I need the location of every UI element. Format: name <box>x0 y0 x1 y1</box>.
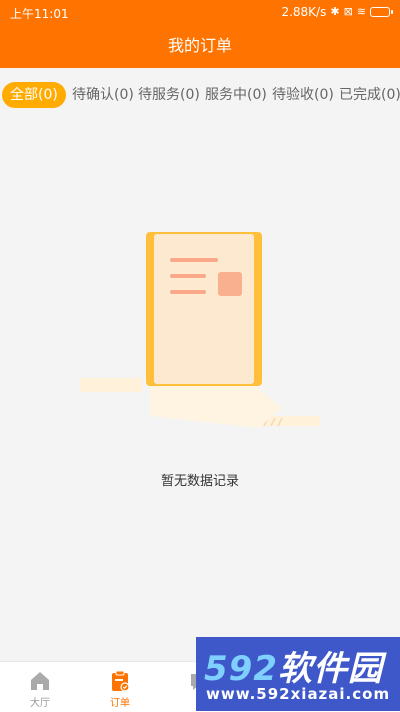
nav-orders-label: 订单 <box>110 698 130 709</box>
empty-illustration <box>0 222 400 442</box>
battery-icon <box>370 7 393 17</box>
bluetooth-icon: ✱ <box>330 5 340 18</box>
home-icon <box>31 672 49 690</box>
tab-in-service[interactable]: 服务中(0) <box>205 82 267 108</box>
empty-message: 暂无数据记录 <box>160 474 239 489</box>
watermark-brand-text: 软件园 <box>277 649 383 689</box>
status-indicators: 2.88K/s ✱ ⊠ ≋ <box>281 5 393 19</box>
sim-icon: ⊠ <box>343 5 353 18</box>
page-title: 我的订单 <box>167 36 232 55</box>
tab-all[interactable]: 全部(0) <box>2 82 66 108</box>
watermark-brand: 592软件园 <box>204 641 383 690</box>
nav-hall-label: 大厅 <box>30 698 50 709</box>
status-time: 上午11:01 <box>10 7 69 21</box>
tab-pending-service[interactable]: 待服务(0) <box>138 82 200 108</box>
network-speed: 2.88K/s <box>281 5 327 19</box>
title-bar: 我的订单 <box>0 24 400 68</box>
status-bar: 上午11:01 2.88K/s ✱ ⊠ ≋ <box>0 0 400 24</box>
watermark-logo: 592软件园 www.592xiazai.com <box>196 637 400 711</box>
nav-orders[interactable]: 订单 <box>80 662 160 712</box>
tab-pending-confirm[interactable]: 待确认(0) <box>72 82 134 108</box>
nav-hall[interactable]: 大厅 <box>0 662 80 712</box>
watermark-brand-num: 592 <box>204 649 278 689</box>
watermark-url: www.592xiazai.com <box>206 685 391 703</box>
order-status-tabs: 全部(0) 待确认(0) 待服务(0) 服务中(0) 待验收(0) 已完成(0) <box>0 68 400 122</box>
wifi-icon: ≋ <box>356 5 366 18</box>
order-icon <box>112 670 130 692</box>
tab-pending-acceptance[interactable]: 待验收(0) <box>272 82 334 108</box>
tab-completed[interactable]: 已完成(0) <box>339 82 400 108</box>
empty-document-icon <box>80 232 320 428</box>
